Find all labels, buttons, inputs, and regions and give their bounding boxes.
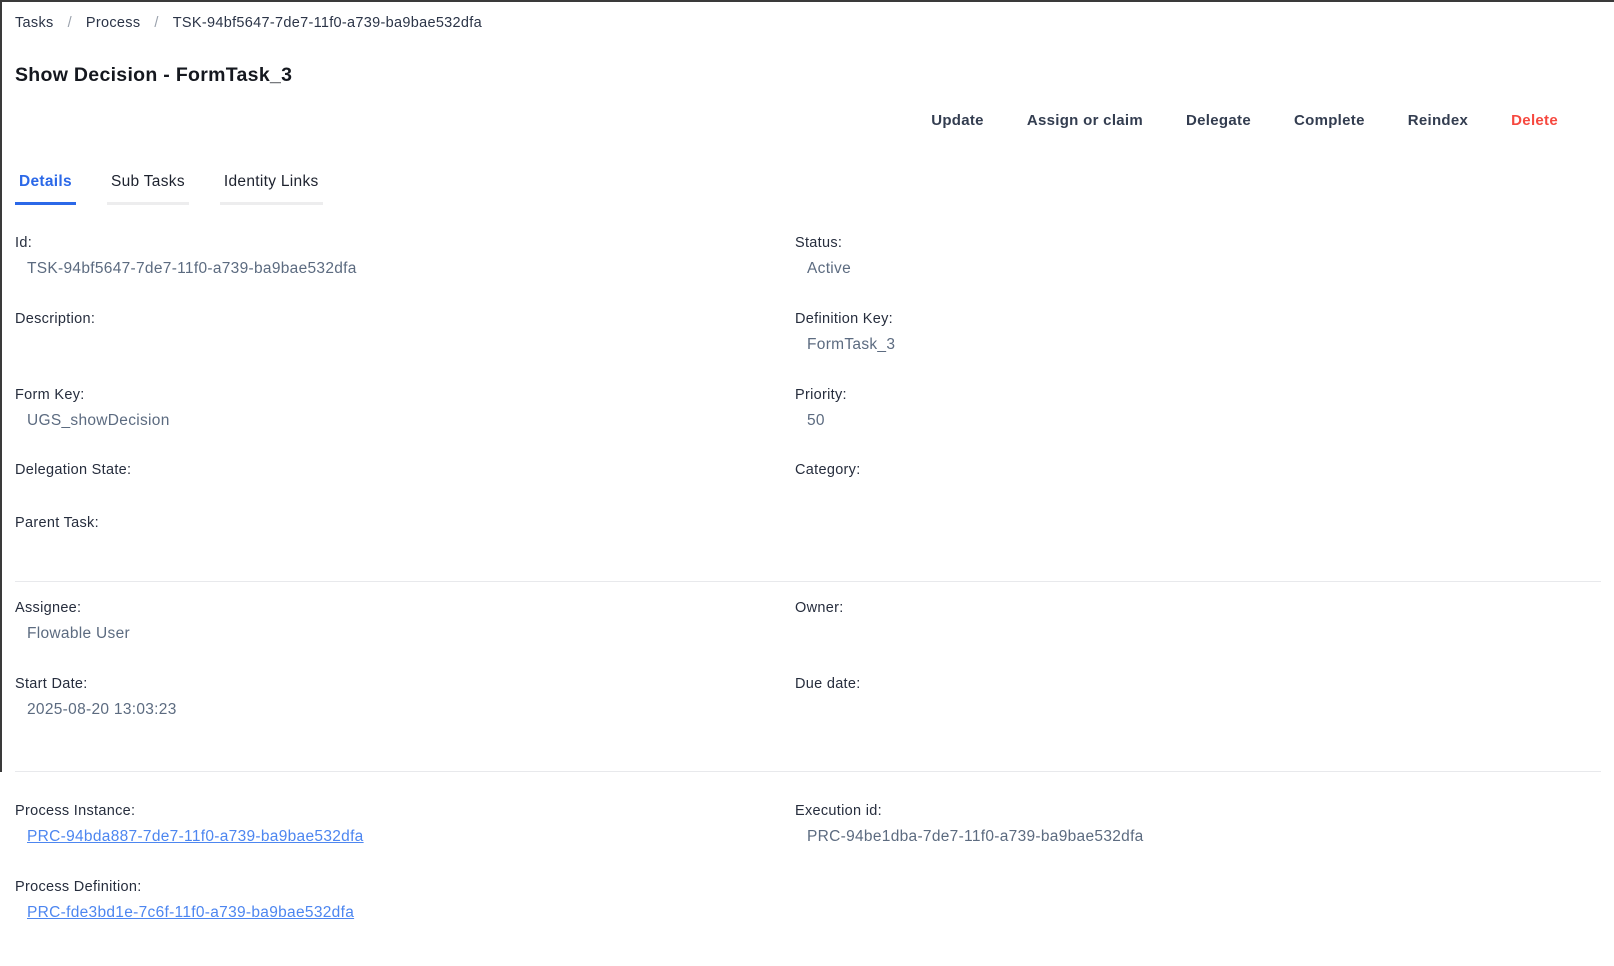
- field-status: Status: Active: [795, 235, 1614, 311]
- category-label: Category:: [795, 462, 1614, 479]
- process-instance-label: Process Instance:: [15, 803, 795, 820]
- field-row: Description: Definition Key: FormTask_3: [0, 311, 1614, 387]
- breadcrumb-separator: /: [154, 15, 158, 31]
- field-due-date: Due date:: [795, 676, 1614, 771]
- definition-key-value: FormTask_3: [807, 335, 895, 354]
- process-definition-link[interactable]: PRC-fde3bd1e-7c6f-11f0-a739-ba9bae532dfa: [27, 903, 354, 922]
- description-value: [27, 335, 31, 354]
- tab-bar: Details Sub Tasks Identity Links: [15, 172, 1614, 205]
- breadcrumb: Tasks / Process / TSK-94bf5647-7de7-11f0…: [0, 0, 1614, 33]
- field-row: Delegation State: Category:: [0, 462, 1614, 515]
- definition-key-label: Definition Key:: [795, 311, 1614, 328]
- field-parent-task: Parent Task:: [15, 515, 795, 581]
- field-assignee: Assignee: Flowable User: [15, 600, 795, 676]
- field-description: Description:: [15, 311, 795, 387]
- field-delegation-state: Delegation State:: [15, 462, 795, 515]
- field-execution-id: Execution id: PRC-94be1dba-7de7-11f0-a73…: [795, 803, 1614, 879]
- window-border-left: [0, 0, 2, 772]
- field-priority: Priority: 50: [795, 387, 1614, 462]
- parent-task-label: Parent Task:: [15, 515, 795, 532]
- field-row: Id: TSK-94bf5647-7de7-11f0-a739-ba9bae53…: [0, 235, 1614, 311]
- field-owner: Owner:: [795, 600, 1614, 676]
- details-panel: Id: TSK-94bf5647-7de7-11f0-a739-ba9bae53…: [0, 235, 1614, 955]
- id-value: TSK-94bf5647-7de7-11f0-a739-ba9bae532dfa: [27, 259, 357, 278]
- complete-button[interactable]: Complete: [1294, 112, 1365, 129]
- reindex-button[interactable]: Reindex: [1408, 112, 1468, 129]
- field-definition-key: Definition Key: FormTask_3: [795, 311, 1614, 387]
- description-label: Description:: [15, 311, 795, 328]
- priority-label: Priority:: [795, 387, 1614, 404]
- breadcrumb-task-id: TSK-94bf5647-7de7-11f0-a739-ba9bae532dfa: [173, 15, 482, 31]
- assign-or-claim-button[interactable]: Assign or claim: [1027, 112, 1143, 129]
- id-label: Id:: [15, 235, 795, 252]
- process-instance-link[interactable]: PRC-94bda887-7de7-11f0-a739-ba9bae532dfa: [27, 827, 364, 846]
- delete-button[interactable]: Delete: [1511, 112, 1558, 129]
- field-category: Category:: [795, 462, 1614, 515]
- start-date-label: Start Date:: [15, 676, 795, 693]
- assignee-label: Assignee:: [15, 600, 795, 617]
- field-form-key: Form Key: UGS_showDecision: [15, 387, 795, 462]
- form-key-value: UGS_showDecision: [27, 411, 170, 430]
- action-toolbar: Update Assign or claim Delegate Complete…: [0, 110, 1614, 131]
- field-row: Assignee: Flowable User Owner:: [0, 600, 1614, 676]
- field-start-date: Start Date: 2025-08-20 13:03:23: [15, 676, 795, 771]
- execution-id-value: PRC-94be1dba-7de7-11f0-a739-ba9bae532dfa: [807, 827, 1144, 846]
- field-row: Process Instance: PRC-94bda887-7de7-11f0…: [0, 803, 1614, 879]
- field-row: Parent Task:: [0, 515, 1614, 581]
- window-border-top: [0, 0, 1614, 2]
- start-date-value: 2025-08-20 13:03:23: [27, 700, 177, 719]
- field-row: Form Key: UGS_showDecision Priority: 50: [0, 387, 1614, 462]
- status-label: Status:: [795, 235, 1614, 252]
- priority-value: 50: [807, 411, 825, 430]
- field-process-definition: Process Definition: PRC-fde3bd1e-7c6f-11…: [15, 879, 795, 955]
- execution-id-label: Execution id:: [795, 803, 1614, 820]
- due-date-label: Due date:: [795, 676, 1614, 693]
- tab-details[interactable]: Details: [15, 172, 76, 205]
- field-row: Start Date: 2025-08-20 13:03:23 Due date…: [0, 676, 1614, 771]
- breadcrumb-process[interactable]: Process: [86, 15, 140, 31]
- status-value: Active: [807, 259, 851, 278]
- delegate-button[interactable]: Delegate: [1186, 112, 1251, 129]
- field-row: Process Definition: PRC-fde3bd1e-7c6f-11…: [0, 879, 1614, 955]
- breadcrumb-tasks[interactable]: Tasks: [15, 15, 54, 31]
- page-title: Show Decision - FormTask_3: [15, 63, 1614, 87]
- breadcrumb-separator: /: [68, 15, 72, 31]
- delegation-state-label: Delegation State:: [15, 462, 795, 479]
- tab-identity-links[interactable]: Identity Links: [220, 172, 323, 205]
- update-button[interactable]: Update: [931, 112, 984, 129]
- tab-sub-tasks[interactable]: Sub Tasks: [107, 172, 189, 205]
- assignee-value: Flowable User: [27, 624, 130, 643]
- process-definition-label: Process Definition:: [15, 879, 795, 896]
- owner-label: Owner:: [795, 600, 1614, 617]
- field-process-instance: Process Instance: PRC-94bda887-7de7-11f0…: [15, 803, 795, 879]
- field-id: Id: TSK-94bf5647-7de7-11f0-a739-ba9bae53…: [15, 235, 795, 311]
- form-key-label: Form Key:: [15, 387, 795, 404]
